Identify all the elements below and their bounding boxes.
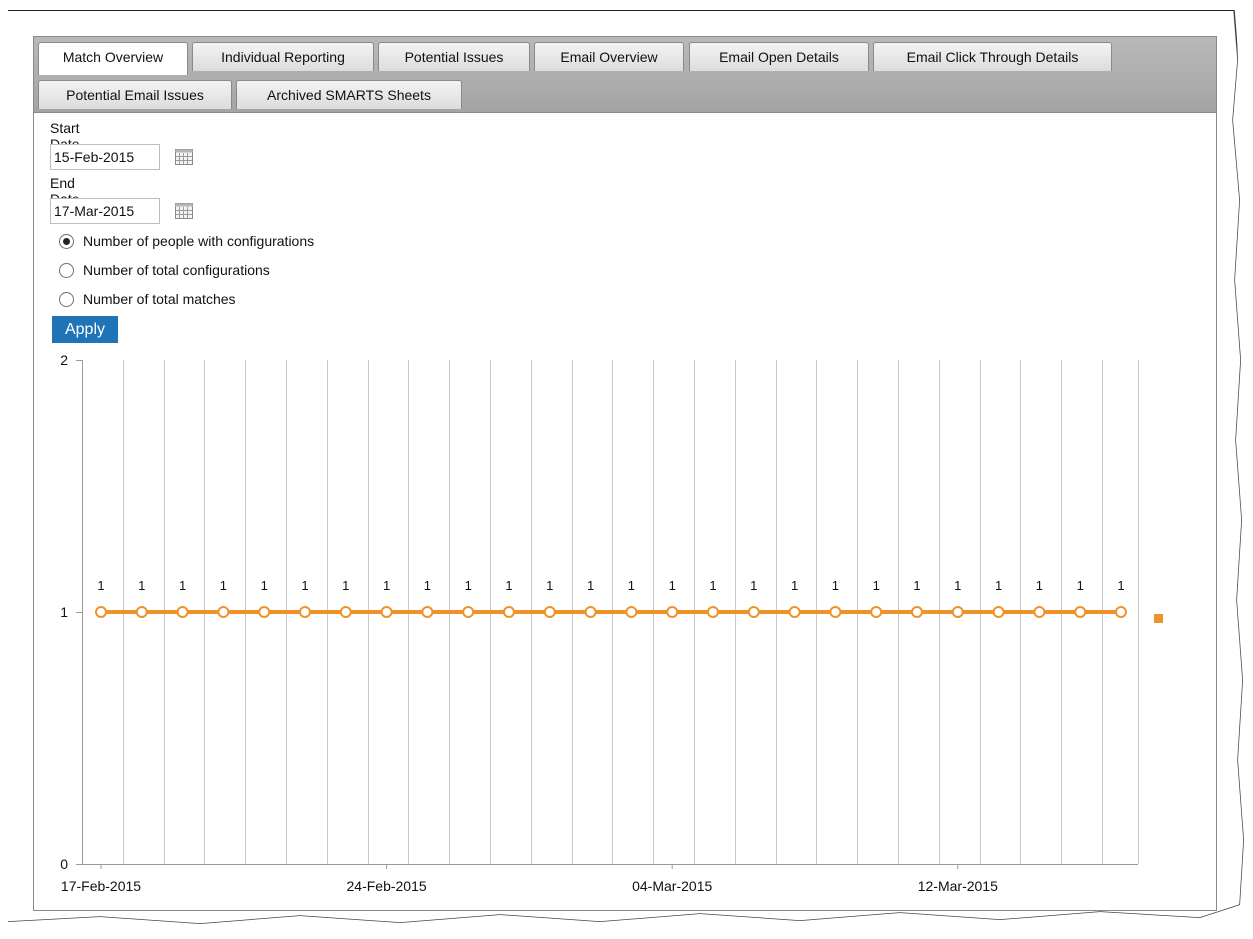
data-point xyxy=(829,606,842,618)
data-label: 1 xyxy=(424,578,431,593)
data-point xyxy=(217,606,230,618)
data-label: 1 xyxy=(587,578,594,593)
data-point xyxy=(380,606,393,618)
data-point xyxy=(299,606,311,618)
data-point xyxy=(1033,606,1046,618)
match-overview-panel: Match Overview Individual Reporting Pote… xyxy=(33,36,1217,911)
data-label: 1 xyxy=(505,578,512,593)
data-point xyxy=(870,606,883,618)
x-tick-label: 17-Feb-2015 xyxy=(61,878,141,894)
data-label: 1 xyxy=(709,578,716,593)
data-point xyxy=(788,606,801,618)
data-label: 1 xyxy=(261,578,268,593)
data-point xyxy=(258,606,271,618)
data-label: 1 xyxy=(832,578,839,593)
data-point xyxy=(176,606,189,618)
data-point xyxy=(543,606,556,618)
x-tick-label: 12-Mar-2015 xyxy=(918,878,998,894)
data-label: 1 xyxy=(138,578,145,593)
data-label: 1 xyxy=(383,578,390,593)
data-point xyxy=(1074,606,1087,618)
tab-match-overview[interactable]: Match Overview xyxy=(38,42,188,75)
match-overview-chart: 0 1 2 17-Feb-2015 24-Feb-2015 04-Mar-2015 12-M… xyxy=(60,352,1163,894)
data-label: 1 xyxy=(301,578,308,593)
data-label: 1 xyxy=(1117,578,1124,593)
data-point xyxy=(992,606,1005,618)
y-tick-label: 1 xyxy=(60,604,68,620)
data-point xyxy=(503,606,515,618)
data-label: 1 xyxy=(179,578,186,593)
data-label: 1 xyxy=(750,578,757,593)
legend-swatch xyxy=(1154,614,1163,623)
data-label: 1 xyxy=(954,578,961,593)
y-tick-label: 0 xyxy=(60,856,68,872)
data-label: 1 xyxy=(546,578,553,593)
data-point xyxy=(95,606,107,618)
data-point xyxy=(135,606,148,618)
data-label: 1 xyxy=(220,578,227,593)
data-point xyxy=(666,606,679,618)
data-label: 1 xyxy=(791,578,798,593)
data-point xyxy=(625,606,638,618)
data-point xyxy=(707,606,719,618)
data-label: 1 xyxy=(342,578,349,593)
data-label: 1 xyxy=(1077,578,1084,593)
data-label: 1 xyxy=(995,578,1002,593)
data-point xyxy=(339,606,352,618)
data-label: 1 xyxy=(669,578,676,593)
data-point xyxy=(951,606,964,618)
data-label: 1 xyxy=(873,578,880,593)
data-label: 1 xyxy=(465,578,472,593)
data-point xyxy=(747,606,760,618)
x-tick-label: 24-Feb-2015 xyxy=(347,878,427,894)
data-point xyxy=(462,606,475,618)
data-label: 1 xyxy=(913,578,920,593)
data-label: 1 xyxy=(628,578,635,593)
data-label: 1 xyxy=(97,578,104,593)
data-point xyxy=(421,606,434,618)
data-point xyxy=(911,606,923,618)
data-point xyxy=(1115,606,1127,618)
data-label: 1 xyxy=(1036,578,1043,593)
y-tick-label: 2 xyxy=(60,352,68,368)
x-tick-label: 04-Mar-2015 xyxy=(632,878,712,894)
data-point xyxy=(584,606,597,618)
